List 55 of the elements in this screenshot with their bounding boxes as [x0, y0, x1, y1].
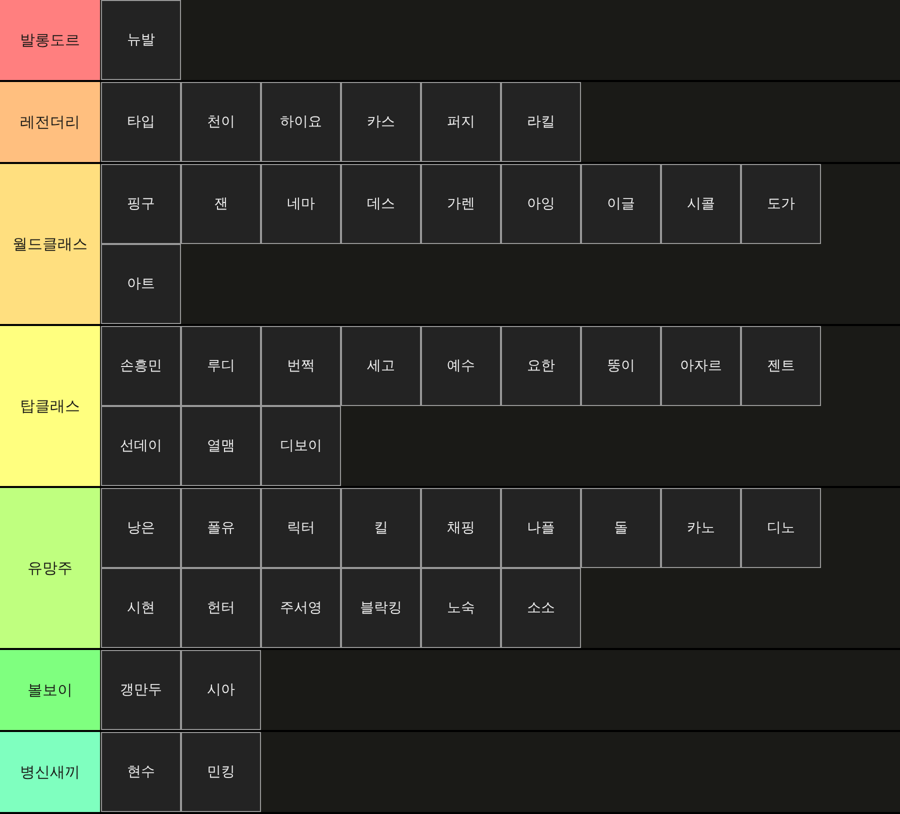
tier-item-tile[interactable]: 잰 [181, 164, 261, 244]
tier-item-tile[interactable]: 카스 [341, 82, 421, 162]
tier-item-tile[interactable]: 타입 [101, 82, 181, 162]
tier-item-tile[interactable]: 젠트 [741, 326, 821, 406]
tier-item-tile[interactable]: 디노 [741, 488, 821, 568]
tier-item-tile[interactable]: 카노 [661, 488, 741, 568]
tier-item-tile[interactable]: 핑구 [101, 164, 181, 244]
tier-label: 볼보이 [0, 650, 100, 730]
tier-item-tile[interactable]: 아자르 [661, 326, 741, 406]
tier-item-tile[interactable]: 세고 [341, 326, 421, 406]
tier-item-tile[interactable]: 블락킹 [341, 568, 421, 648]
tier-item-tile[interactable]: 민킹 [181, 732, 261, 812]
tier-item-tile[interactable]: 천이 [181, 82, 261, 162]
tier-item-tile[interactable]: 라킬 [501, 82, 581, 162]
tier-item-tile[interactable]: 돌 [581, 488, 661, 568]
tier-item-tile[interactable]: 시아 [181, 650, 261, 730]
tier-item-tile[interactable]: 도가 [741, 164, 821, 244]
tier-item-tile[interactable]: 노숙 [421, 568, 501, 648]
tier-item-tile[interactable]: 예수 [421, 326, 501, 406]
tier-item-tile[interactable]: 네마 [261, 164, 341, 244]
tier-label: 탑클래스 [0, 326, 100, 486]
tier-item-tile[interactable]: 이글 [581, 164, 661, 244]
tier-item-tile[interactable]: 릭터 [261, 488, 341, 568]
tier-item-tile[interactable]: 데스 [341, 164, 421, 244]
tier-item-tile[interactable]: 선데이 [101, 406, 181, 486]
tier-item-tile[interactable]: 나플 [501, 488, 581, 568]
tier-item-tile[interactable]: 소소 [501, 568, 581, 648]
tier-item-tile[interactable]: 하이요 [261, 82, 341, 162]
tier-item-tile[interactable]: 시콜 [661, 164, 741, 244]
tier-label: 유망주 [0, 488, 100, 648]
tier-item-tile[interactable]: 퍼지 [421, 82, 501, 162]
tier-item-tile[interactable]: 아트 [101, 244, 181, 324]
tier-item-tile[interactable]: 주서영 [261, 568, 341, 648]
tier-item-tile[interactable]: 킬 [341, 488, 421, 568]
tier-item-tile[interactable]: 낭은 [101, 488, 181, 568]
tier-item-tile[interactable]: 가렌 [421, 164, 501, 244]
tier-label: 월드클래스 [0, 164, 100, 324]
tier-item-tile[interactable]: 열맴 [181, 406, 261, 486]
tier-item-tile[interactable]: 시현 [101, 568, 181, 648]
tier-item-tile[interactable]: 뉴발 [101, 0, 181, 80]
tier-item-tile[interactable]: 현수 [101, 732, 181, 812]
tier-label: 레전더리 [0, 82, 100, 162]
tier-item-tile[interactable]: 갱만두 [101, 650, 181, 730]
tier-item-tile[interactable]: 디보이 [261, 406, 341, 486]
tier-label: 병신새끼 [0, 732, 100, 812]
tier-label: 발롱도르 [0, 0, 100, 80]
tier-item-tile[interactable]: 채핑 [421, 488, 501, 568]
tier-item-tile[interactable]: 요한 [501, 326, 581, 406]
tier-item-tile[interactable]: 번쩍 [261, 326, 341, 406]
tier-item-tile[interactable]: 폴유 [181, 488, 261, 568]
tier-item-tile[interactable]: 손흥민 [101, 326, 181, 406]
tier-item-tile[interactable]: 루디 [181, 326, 261, 406]
tier-item-tile[interactable]: 뚱이 [581, 326, 661, 406]
tier-item-tile[interactable]: 아잉 [501, 164, 581, 244]
tier-item-tile[interactable]: 헌터 [181, 568, 261, 648]
